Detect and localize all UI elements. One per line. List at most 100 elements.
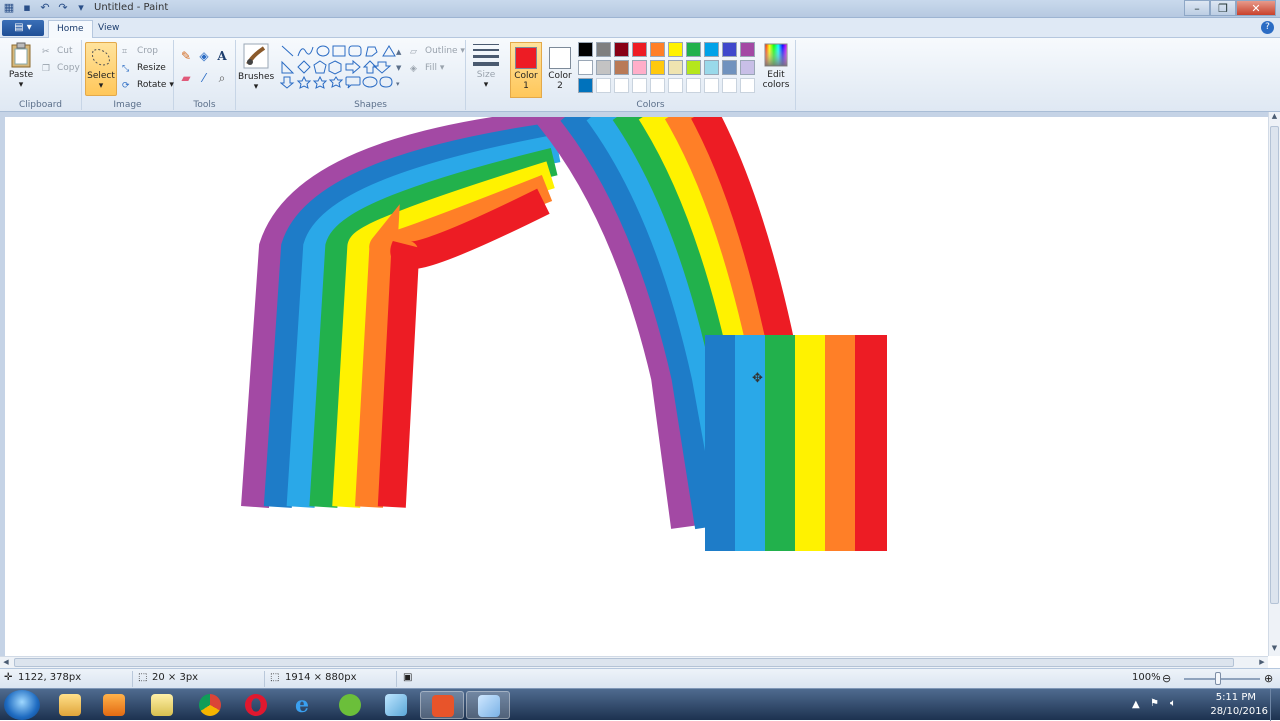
volume-icon[interactable]: 🔈︎ — [1170, 698, 1176, 709]
minimize-button[interactable]: – — [1184, 0, 1210, 16]
palette-swatch[interactable] — [578, 78, 593, 93]
eraser-icon[interactable]: ▰ — [178, 70, 194, 86]
rotate-button[interactable]: ⟳ Rotate ▾ — [122, 78, 174, 92]
resize-button[interactable]: ⤡ Resize — [122, 61, 166, 75]
palette-empty-swatch[interactable] — [596, 78, 611, 93]
scroll-down-icon[interactable]: ▼ — [1269, 644, 1280, 656]
horizontal-scroll-thumb[interactable] — [14, 658, 1234, 667]
edit-colors-label-line1: Edit — [767, 70, 785, 80]
windows-explorer-taskbar-button[interactable] — [48, 691, 92, 719]
size-button[interactable]: Size ▾ — [470, 42, 502, 90]
palette-swatch[interactable] — [578, 42, 593, 57]
chrome-taskbar-button[interactable] — [188, 691, 232, 719]
shapes-scroll[interactable]: ▲ ▼ ▾ — [396, 44, 404, 92]
palette-empty-swatch[interactable] — [668, 78, 683, 93]
magnifier-icon[interactable]: ⌕ — [214, 70, 230, 86]
text-tool-icon[interactable]: A — [214, 48, 230, 64]
palette-swatch[interactable] — [740, 42, 755, 57]
fill-bucket-icon[interactable]: ◈ — [196, 48, 212, 64]
clock-time[interactable]: 5:11 PM — [1216, 692, 1256, 703]
customize-qat-icon[interactable]: ▾ — [74, 1, 88, 15]
vertical-scrollbar[interactable]: ▲ ▼ — [1268, 112, 1280, 656]
paint-menu-button[interactable]: ▤ ▾ — [2, 20, 44, 36]
palette-swatch[interactable] — [668, 42, 683, 57]
color-picker-icon[interactable]: ⁄ — [196, 70, 212, 86]
vertical-scroll-thumb[interactable] — [1270, 126, 1279, 604]
palette-swatch[interactable] — [704, 42, 719, 57]
redo-icon[interactable]: ↷ — [56, 1, 70, 15]
palette-swatch[interactable] — [650, 60, 665, 75]
zoom-slider[interactable] — [1184, 678, 1260, 680]
rainbow-drawing — [241, 117, 887, 551]
tab-home[interactable]: Home — [48, 20, 93, 38]
crop-button[interactable]: ⌗ Crop — [122, 44, 158, 58]
rainbow-block-stripe — [735, 335, 767, 551]
paint-app-icon[interactable]: ▦ — [2, 1, 16, 15]
palette-swatch[interactable] — [596, 60, 611, 75]
pencil-icon[interactable]: ✎ — [178, 48, 194, 64]
cut-button[interactable]: ✂ Cut — [42, 44, 73, 58]
palette-swatch[interactable] — [686, 42, 701, 57]
edit-colors-button[interactable]: Edit colors — [760, 42, 792, 90]
brushes-button[interactable]: Brushes ▾ — [238, 42, 274, 92]
help-icon[interactable]: ? — [1261, 21, 1274, 34]
media-player-taskbar-button[interactable] — [92, 691, 136, 719]
show-hidden-icons-icon[interactable]: ▲ — [1132, 699, 1140, 710]
palette-swatch[interactable] — [632, 42, 647, 57]
palette-swatch[interactable] — [614, 42, 629, 57]
tab-view[interactable]: View — [90, 20, 127, 38]
scroll-left-icon[interactable]: ◀ — [0, 657, 12, 668]
palette-empty-swatch[interactable] — [650, 78, 665, 93]
paint-taskbar-button[interactable] — [466, 691, 510, 719]
restore-button[interactable]: ❐ — [1210, 0, 1236, 16]
clock-date[interactable]: 28/10/2016 — [1210, 706, 1268, 717]
undo-icon[interactable]: ↶ — [38, 1, 52, 15]
palette-empty-swatch[interactable] — [614, 78, 629, 93]
palette-swatch[interactable] — [722, 42, 737, 57]
color1-button[interactable]: Color 1 — [510, 42, 542, 98]
utorrent-taskbar-button[interactable] — [328, 691, 372, 719]
palette-swatch[interactable] — [704, 60, 719, 75]
palette-swatch[interactable] — [668, 60, 683, 75]
photo-app-taskbar-button[interactable] — [420, 691, 464, 719]
paste-dropdown-icon[interactable]: ▾ — [19, 80, 24, 90]
palette-swatch[interactable] — [722, 60, 737, 75]
palette-swatch[interactable] — [650, 42, 665, 57]
action-center-icon[interactable]: ⚑ — [1150, 698, 1159, 709]
palette-empty-swatch[interactable] — [740, 78, 755, 93]
palette-empty-swatch[interactable] — [632, 78, 647, 93]
scroll-right-icon[interactable]: ▶ — [1256, 657, 1268, 668]
copy-button[interactable]: ❐ Copy — [42, 61, 80, 75]
palette-swatch[interactable] — [686, 60, 701, 75]
select-button[interactable]: Select ▾ — [85, 42, 117, 96]
copy-icon: ❐ — [42, 63, 51, 74]
palette-swatch[interactable] — [596, 42, 611, 57]
opera-taskbar-button[interactable] — [234, 691, 278, 719]
palette-empty-swatch[interactable] — [704, 78, 719, 93]
file-manager-taskbar-button[interactable] — [140, 691, 184, 719]
fill-button[interactable]: ◈ Fill ▾ — [410, 61, 444, 75]
horizontal-scrollbar[interactable]: ◀ ▶ — [0, 656, 1268, 668]
color2-button[interactable]: Color 2 — [544, 42, 576, 98]
save-icon[interactable]: ▪ — [20, 1, 34, 15]
drawing-canvas[interactable]: ✥ — [5, 117, 1268, 656]
shapes-gallery[interactable] — [280, 44, 404, 94]
notepad-taskbar-button[interactable] — [374, 691, 418, 719]
zoom-slider-thumb[interactable] — [1215, 672, 1221, 685]
palette-swatch[interactable] — [614, 60, 629, 75]
palette-empty-swatch[interactable] — [722, 78, 737, 93]
outline-button[interactable]: ▱ Outline ▾ — [410, 44, 465, 58]
palette-swatch[interactable] — [740, 60, 755, 75]
edit-colors-label-line2: colors — [762, 80, 790, 90]
start-button[interactable] — [4, 690, 40, 720]
zoom-in-icon[interactable]: ⊕ — [1264, 672, 1273, 685]
scroll-up-icon[interactable]: ▲ — [1269, 112, 1280, 124]
internet-explorer-taskbar-button[interactable]: e — [280, 691, 324, 719]
close-button[interactable]: ✕ — [1236, 0, 1276, 16]
palette-empty-swatch[interactable] — [686, 78, 701, 93]
palette-swatch[interactable] — [632, 60, 647, 75]
zoom-out-icon[interactable]: ⊖ — [1162, 672, 1171, 685]
palette-swatch[interactable] — [578, 60, 593, 75]
show-desktop-button[interactable] — [1270, 689, 1280, 721]
paste-button[interactable]: Paste ▾ — [6, 42, 36, 90]
